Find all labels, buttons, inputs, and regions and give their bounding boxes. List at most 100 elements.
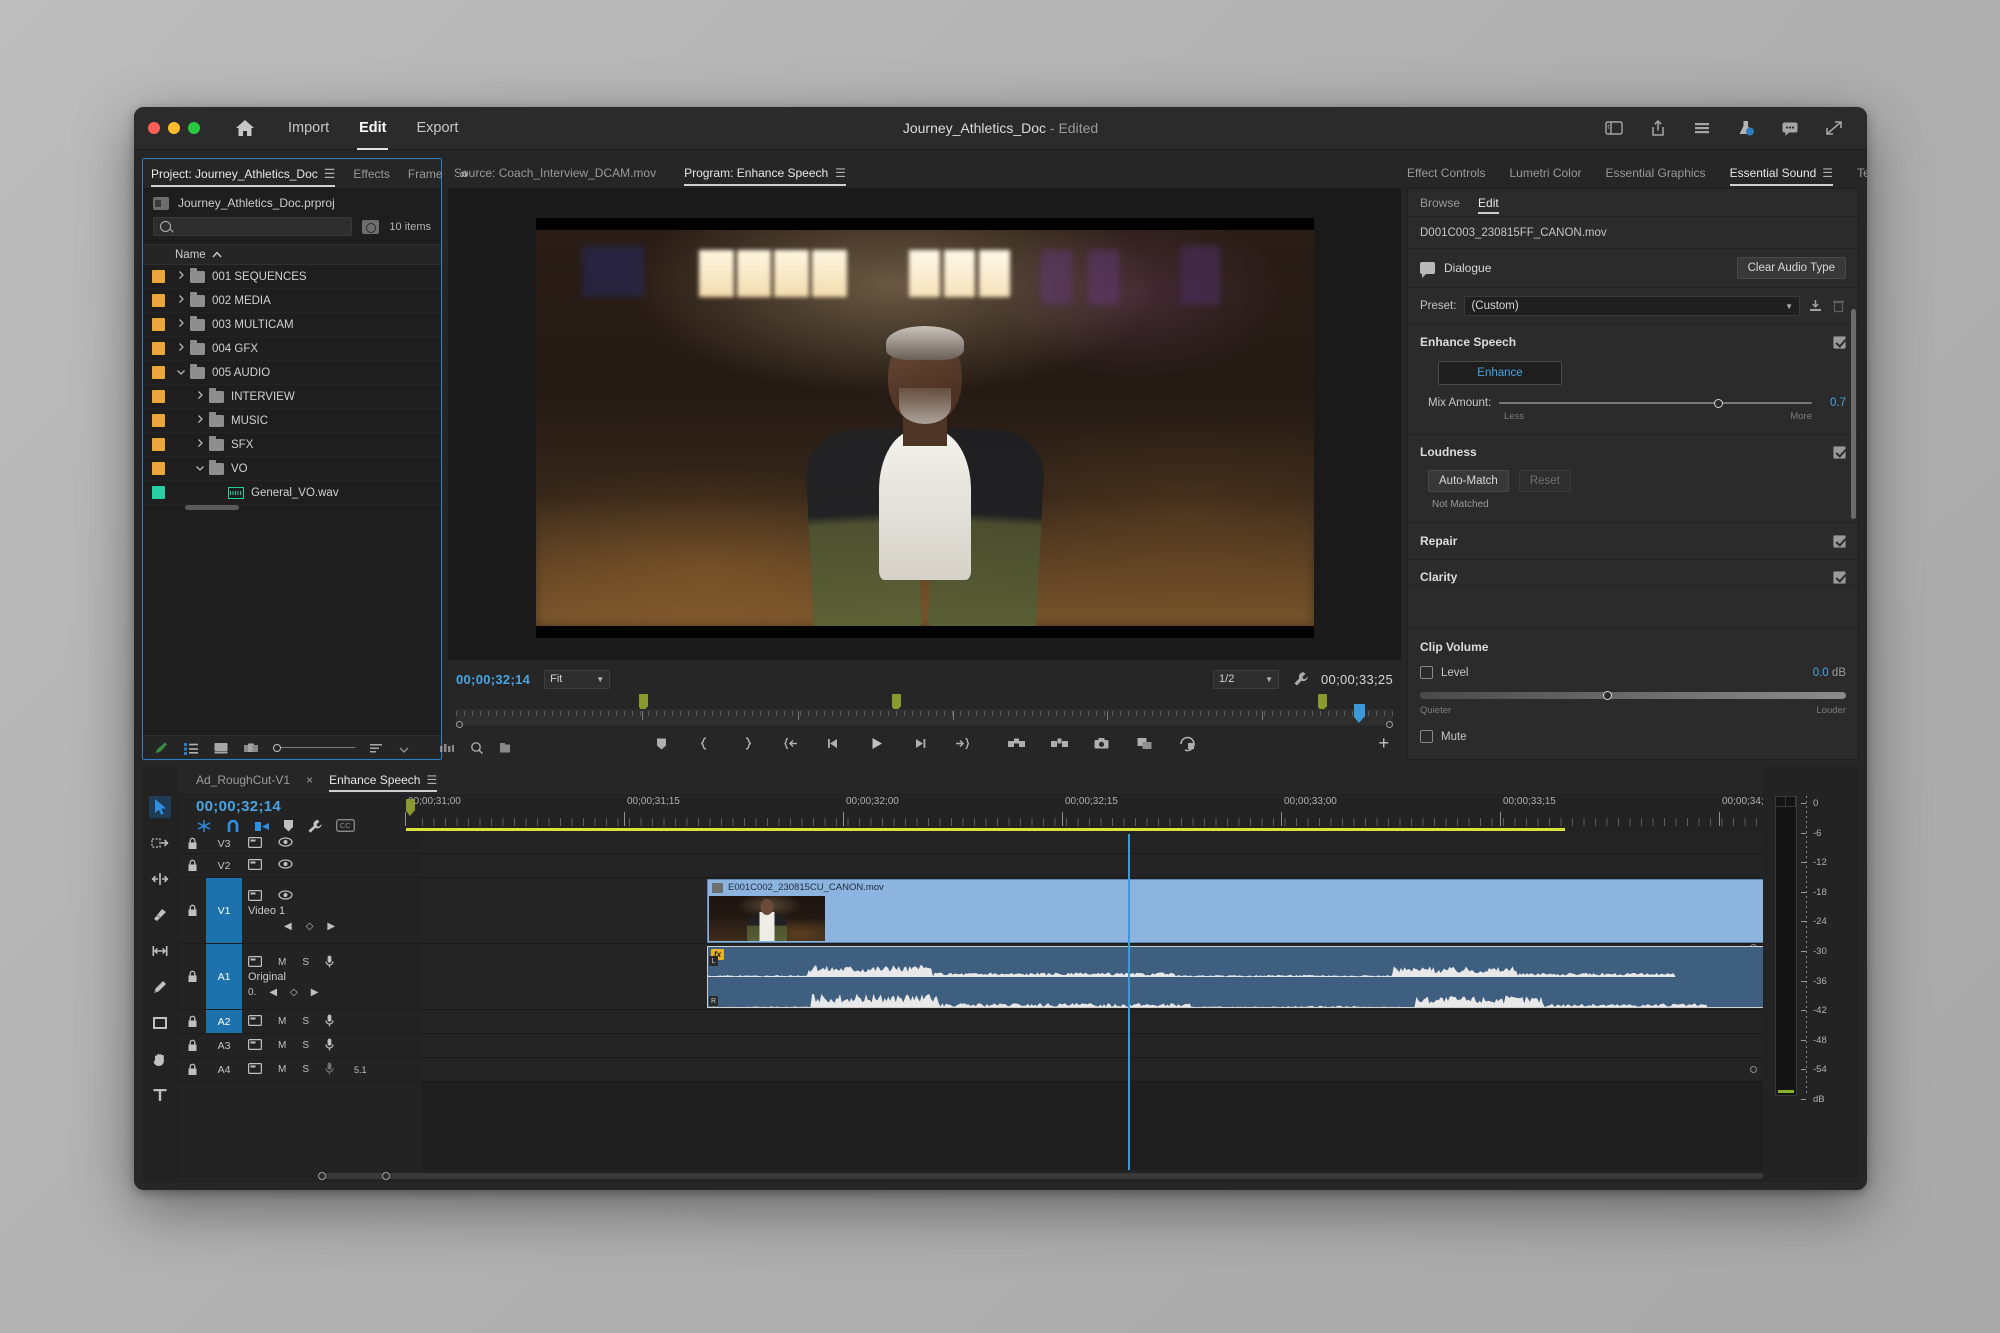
bin-row[interactable]: 001 SEQUENCES	[143, 265, 441, 289]
clip-volume-slider[interactable]	[1420, 688, 1846, 702]
tab-effect-controls[interactable]: Effect Controls	[1407, 158, 1485, 188]
thumbnail-size-slider[interactable]	[273, 744, 355, 752]
search-input-wrapper[interactable]	[153, 217, 352, 236]
lock-track-icon-a4[interactable]	[178, 1063, 206, 1076]
step-forward-icon[interactable]	[911, 735, 928, 752]
track-header-v3[interactable]: V3	[178, 834, 422, 854]
lock-track-icon-a1[interactable]	[178, 970, 206, 983]
panel-menu-icon[interactable]: ☰	[324, 166, 336, 182]
monitor-panel-menu-icon[interactable]: ☰	[835, 166, 846, 180]
timeline-display-settings-icon[interactable]	[307, 819, 323, 834]
extract-icon[interactable]	[1050, 735, 1067, 752]
close-tab-icon[interactable]: ×	[306, 773, 313, 787]
timeline-horizontal-scrollbar[interactable]	[178, 1170, 1763, 1182]
subtab-browse[interactable]: Browse	[1420, 189, 1460, 217]
track-name-a2[interactable]: A2	[206, 1010, 242, 1033]
find-icon[interactable]	[362, 220, 379, 234]
comment-icon[interactable]	[1779, 118, 1801, 138]
bin-row[interactable]: 004 GFX	[143, 337, 441, 361]
timeline-tab-enhance-speech[interactable]: Enhance Speech ☰	[329, 766, 437, 794]
solo-track-button-a2[interactable]: S	[302, 1016, 309, 1027]
track-name-a3[interactable]: A3	[206, 1034, 242, 1057]
toggle-output-icon-v1[interactable]	[278, 890, 293, 903]
collapse-icon[interactable]	[194, 463, 206, 475]
tab-text[interactable]: Text	[1857, 158, 1867, 188]
tab-essential-graphics[interactable]: Essential Graphics	[1606, 158, 1706, 188]
expand-icon[interactable]	[194, 414, 206, 427]
next-keyframe-icon-v1[interactable]: ▶	[327, 921, 335, 932]
expand-icon[interactable]	[194, 390, 206, 403]
mix-amount-slider[interactable]	[1499, 396, 1812, 410]
previous-keyframe-icon-v1[interactable]: ◀	[284, 921, 292, 932]
solo-track-button-a3[interactable]: S	[302, 1040, 309, 1051]
zoom-level-dropdown[interactable]: Fit▼	[544, 670, 610, 689]
tab-lumetri-color[interactable]: Lumetri Color	[1509, 158, 1581, 188]
target-track-icon-v1[interactable]	[248, 890, 262, 904]
add-keyframe-icon-v1[interactable]: ◇	[306, 921, 314, 932]
tab-essential-sound[interactable]: Essential Sound ☰	[1730, 158, 1834, 188]
track-name-v1[interactable]: V1	[206, 878, 242, 943]
tab-source-monitor[interactable]: Source: Coach_Interview_DCAM.mov	[454, 158, 656, 188]
target-track-icon-a3[interactable]	[248, 1039, 262, 1053]
track-header-v2[interactable]: V2	[178, 854, 422, 878]
toggle-output-icon-v2[interactable]	[278, 859, 293, 872]
mix-amount-value[interactable]: 0.7	[1820, 397, 1846, 409]
timeline-playhead-timecode[interactable]: 00;00;32;14	[196, 798, 422, 815]
solo-track-button-a1[interactable]: S	[302, 957, 309, 968]
selection-tool[interactable]	[149, 796, 171, 818]
target-track-icon-v2[interactable]	[248, 859, 262, 873]
go-to-in-icon[interactable]	[782, 735, 799, 752]
comparison-view-icon[interactable]	[1136, 735, 1153, 752]
play-icon[interactable]	[868, 735, 885, 752]
export-frame-icon[interactable]	[1093, 735, 1110, 752]
hand-tool[interactable]	[149, 1048, 171, 1070]
slip-tool[interactable]	[149, 940, 171, 962]
track-name-v3[interactable]: V3	[206, 834, 242, 853]
voice-record-icon-a2[interactable]	[325, 1014, 334, 1030]
bin-row[interactable]: 002 MEDIA	[143, 289, 441, 313]
step-back-icon[interactable]	[825, 735, 842, 752]
bin-row[interactable]: INTERVIEW	[143, 385, 441, 409]
bin-row[interactable]: 005 AUDIO	[143, 361, 441, 385]
expand-icon[interactable]	[175, 342, 187, 355]
delete-preset-icon[interactable]	[1831, 299, 1846, 313]
timeline-tab-adroughcut[interactable]: Ad_RoughCut-V1	[196, 766, 290, 794]
timeline-clip-area[interactable]: E001C002_230815CU_CANON.mov fx L	[422, 834, 1763, 1170]
add-marker-icon[interactable]	[653, 735, 670, 752]
level-checkbox[interactable]	[1420, 666, 1433, 679]
save-preset-icon[interactable]	[1808, 299, 1823, 313]
lift-icon[interactable]	[1007, 735, 1024, 752]
clarity-checkbox[interactable]	[1833, 571, 1846, 584]
mute-track-button-a2[interactable]: M	[278, 1016, 286, 1027]
subtab-edit[interactable]: Edit	[1478, 189, 1499, 217]
previous-keyframe-icon-a1[interactable]: ◀	[269, 987, 277, 998]
essential-sound-menu-icon[interactable]: ☰	[1822, 166, 1833, 180]
sort-icon[interactable]	[369, 741, 385, 755]
preset-dropdown[interactable]: (Custom) ▼	[1464, 296, 1800, 316]
list-icon[interactable]	[1691, 118, 1713, 138]
lock-track-icon-v3[interactable]	[178, 837, 206, 850]
add-marker-icon[interactable]	[283, 819, 294, 834]
voice-record-icon-a1[interactable]	[325, 955, 334, 971]
home-icon[interactable]	[234, 118, 256, 138]
tab-project[interactable]: Project: Journey_Athletics_Doc ☰	[151, 159, 335, 189]
chevron-down-icon[interactable]	[399, 741, 409, 755]
track-name-v2[interactable]: V2	[206, 854, 242, 877]
icon-view-icon[interactable]	[213, 741, 229, 755]
track-name-a1[interactable]: A1	[206, 944, 242, 1009]
mute-track-button-a1[interactable]: M	[278, 957, 286, 968]
repair-checkbox[interactable]	[1833, 535, 1846, 548]
bin-row[interactable]: General_VO.wav	[143, 481, 441, 505]
program-current-timecode[interactable]: 00;00;32;14	[456, 672, 530, 687]
new-item-pencil-icon[interactable]	[153, 741, 169, 755]
tab-frame[interactable]: Frame	[408, 159, 443, 189]
playback-resolution-dropdown[interactable]: 1/2▼	[1213, 670, 1279, 689]
minimize-window-button[interactable]	[168, 122, 180, 134]
ripple-edit-tool[interactable]	[149, 868, 171, 890]
share-icon[interactable]	[1647, 118, 1669, 138]
loudness-checkbox[interactable]	[1833, 446, 1846, 459]
bin-row[interactable]: SFX	[143, 433, 441, 457]
expand-icon[interactable]	[175, 318, 187, 331]
enhance-button[interactable]: Enhance	[1438, 361, 1562, 385]
workspace-panel-icon[interactable]	[1603, 118, 1625, 138]
